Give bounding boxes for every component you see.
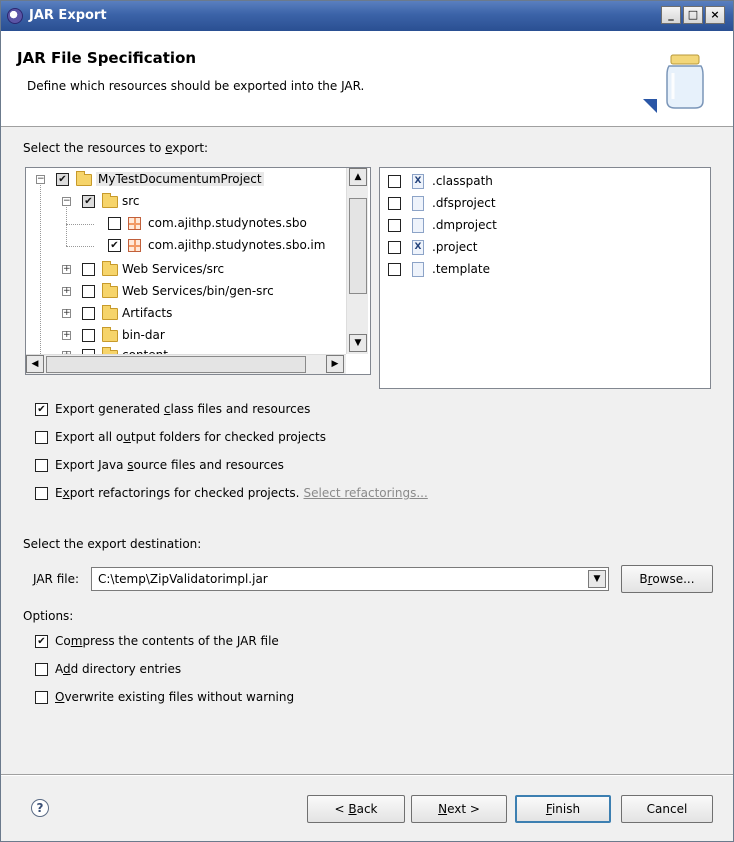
wizard-arrow-icon — [643, 99, 657, 113]
file-label: .dfsproject — [432, 196, 496, 210]
tree-checkbox[interactable] — [82, 263, 95, 276]
checkbox[interactable] — [35, 431, 48, 444]
expand-icon[interactable]: + — [62, 309, 71, 318]
file-list[interactable]: X .classpath .dfsproject .dmproject X .p… — [379, 167, 711, 389]
folder-icon — [102, 327, 118, 342]
file-label: .dmproject — [432, 218, 497, 232]
checkbox[interactable] — [35, 459, 48, 472]
scroll-thumb[interactable] — [349, 198, 367, 294]
checkbox[interactable] — [35, 663, 48, 676]
checkbox[interactable] — [35, 403, 48, 416]
file-icon — [412, 196, 424, 211]
finish-button[interactable]: Finish — [515, 795, 611, 823]
jar-file-input[interactable] — [94, 570, 584, 588]
source-folder-icon — [102, 283, 118, 298]
tree-item-label: src — [122, 194, 140, 208]
source-folder-icon — [102, 193, 118, 208]
eclipse-icon — [7, 8, 23, 24]
tree-item-src[interactable]: − src — [26, 192, 346, 212]
wizard-header: JAR File Specification Define which reso… — [1, 31, 733, 127]
tree-item-folder[interactable]: + Web Services/src — [26, 260, 346, 280]
tree-horizontal-scrollbar[interactable]: ◀ ▶ — [26, 354, 346, 374]
tree-item-folder[interactable]: + Artifacts — [26, 304, 346, 324]
dropdown-arrow-icon[interactable]: ▼ — [588, 570, 606, 588]
file-label: .project — [432, 240, 478, 254]
options-label: Options: — [23, 609, 74, 623]
collapse-icon[interactable]: − — [62, 197, 71, 206]
file-checkbox[interactable] — [388, 175, 401, 188]
back-button[interactable]: < Back — [307, 795, 405, 823]
page-description: Define which resources should be exporte… — [27, 79, 365, 93]
scroll-left-icon[interactable]: ◀ — [26, 355, 44, 373]
tree-item-folder[interactable]: + bin-dar — [26, 326, 346, 346]
tree-checkbox[interactable] — [108, 217, 121, 230]
xml-file-icon: X — [412, 240, 424, 255]
tree-item-folder[interactable]: + Web Services/bin/gen-src — [26, 282, 346, 302]
tree-vertical-scrollbar[interactable]: ▲ ▼ — [346, 168, 368, 354]
file-icon — [412, 262, 424, 277]
browse-button[interactable]: Browse... — [621, 565, 713, 593]
tree-item-package[interactable]: com.ajithp.studynotes.sbo — [26, 214, 346, 234]
scroll-right-icon[interactable]: ▶ — [326, 355, 344, 373]
tree-checkbox[interactable] — [82, 195, 95, 208]
tree-item-package[interactable]: com.ajithp.studynotes.sbo.im — [26, 236, 346, 256]
tree-item-project[interactable]: − MyTestDocumentumProject — [26, 170, 346, 190]
tree-item-label: com.ajithp.studynotes.sbo — [148, 216, 307, 230]
close-button[interactable]: × — [705, 6, 725, 24]
project-folder-icon — [76, 171, 92, 186]
tree-checkbox[interactable] — [82, 329, 95, 342]
file-label: .classpath — [432, 174, 493, 188]
expand-icon[interactable]: + — [62, 265, 71, 274]
cancel-button[interactable]: Cancel — [621, 795, 713, 823]
checkbox[interactable] — [35, 487, 48, 500]
folder-icon — [102, 305, 118, 320]
tree-checkbox[interactable] — [108, 239, 121, 252]
checkbox[interactable] — [35, 691, 48, 704]
resources-label: Select the resources to export: — [23, 141, 209, 155]
file-checkbox[interactable] — [388, 263, 401, 276]
source-folder-icon — [102, 261, 118, 276]
tree-item-label: MyTestDocumentumProject — [96, 172, 264, 186]
file-icon — [412, 218, 424, 233]
collapse-icon[interactable]: − — [36, 175, 45, 184]
next-button[interactable]: Next > — [411, 795, 507, 823]
file-checkbox[interactable] — [388, 197, 401, 210]
select-refactorings-link[interactable]: Select refactorings... — [304, 486, 428, 500]
checkbox[interactable] — [35, 635, 48, 648]
tree-checkbox[interactable] — [82, 307, 95, 320]
package-icon — [128, 217, 141, 230]
expand-icon[interactable]: + — [62, 287, 71, 296]
jar-file-label: JAR file: — [33, 572, 80, 586]
file-label: .template — [432, 262, 490, 276]
footer-separator — [1, 774, 733, 776]
scroll-thumb[interactable] — [46, 356, 306, 373]
tree-item-label: com.ajithp.studynotes.sbo.im — [148, 238, 326, 252]
resource-tree[interactable]: − MyTestDocumentumProject − src com.ajit… — [25, 167, 371, 375]
tree-item-label: Web Services/bin/gen-src — [122, 284, 274, 298]
minimize-button[interactable]: _ — [661, 6, 681, 24]
help-icon[interactable]: ? — [31, 799, 49, 817]
page-title: JAR File Specification — [17, 49, 197, 67]
xml-file-icon: X — [412, 174, 424, 189]
file-checkbox[interactable] — [388, 219, 401, 232]
file-checkbox[interactable] — [388, 241, 401, 254]
destination-label: Select the export destination: — [23, 537, 202, 551]
tree-item-label: Web Services/src — [122, 262, 225, 276]
tree-checkbox[interactable] — [56, 173, 69, 186]
scroll-down-icon[interactable]: ▼ — [349, 334, 367, 352]
jar-file-combo[interactable]: ▼ — [91, 567, 609, 591]
jar-icon — [666, 54, 704, 109]
tree-checkbox[interactable] — [82, 285, 95, 298]
tree-item-label: Artifacts — [122, 306, 173, 320]
expand-icon[interactable]: + — [62, 331, 71, 340]
window-title: JAR Export — [29, 8, 107, 23]
package-icon — [128, 239, 141, 252]
title-bar: JAR Export _ □ × — [1, 1, 733, 31]
jar-export-dialog: JAR Export _ □ × JAR File Specification … — [0, 0, 734, 842]
scroll-up-icon[interactable]: ▲ — [349, 168, 367, 186]
maximize-button[interactable]: □ — [683, 6, 703, 24]
tree-item-label: bin-dar — [122, 328, 165, 342]
